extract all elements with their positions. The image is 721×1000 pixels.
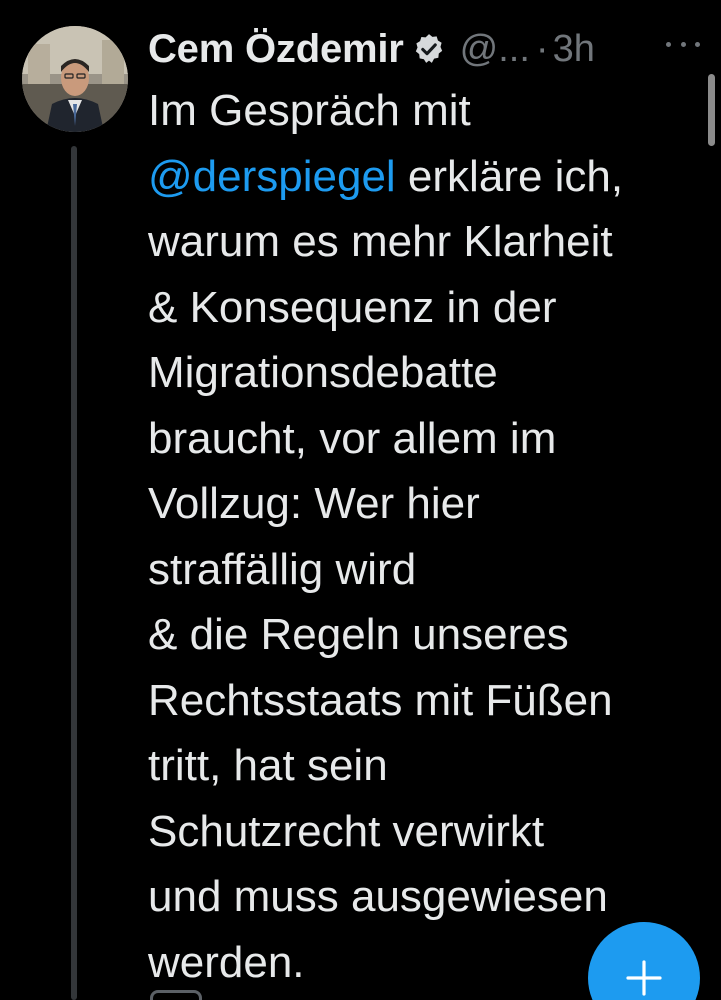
author-avatar[interactable] <box>22 26 128 132</box>
author-name[interactable]: Cem Özdemir <box>148 27 404 72</box>
tweet-text-line: Rechtsstaats mit Füßen <box>148 675 613 725</box>
profile-photo-icon <box>22 26 128 132</box>
media-preview-icon <box>150 990 202 1000</box>
tweet-text-line: tritt, hat sein <box>148 741 388 790</box>
tweet-text-line: braucht, vor allem im <box>148 413 557 463</box>
more-horizontal-icon[interactable] <box>666 34 700 54</box>
tweet-header: Cem Özdemir @... · 3h <box>148 20 595 78</box>
tweet-text-line: & die Regeln unseres <box>148 610 569 659</box>
verified-badge-icon[interactable] <box>412 32 446 66</box>
author-handle[interactable]: @... <box>460 28 530 71</box>
tweet-text-line: & Konsequenz in der <box>148 282 557 332</box>
tweet-text-line: Vollzug: Wer hier <box>148 479 480 528</box>
mention-link[interactable]: @derspiegel <box>148 152 396 201</box>
tweet-text-line: straffällig wird <box>148 544 417 594</box>
tweet-text-line: Schutzrecht verwirkt <box>148 806 545 856</box>
tweet-timestamp[interactable]: 3h <box>553 28 595 71</box>
thread-connector-line <box>71 146 77 1000</box>
tweet-text-line: warum es mehr Klarheit <box>148 217 613 266</box>
tweet-text-line: Im Gespräch mit <box>148 86 471 135</box>
tweet-text-line: @derspiegel erkläre ich, <box>148 144 713 210</box>
separator-dot: · <box>535 27 549 70</box>
tweet-text-line: und muss ausgewiesen <box>148 872 608 921</box>
plus-icon <box>626 960 662 996</box>
tweet-text: Im Gespräch mit @derspiegel erkläre ich,… <box>148 78 713 995</box>
tweet-text-line: Migrationsdebatte <box>148 348 498 397</box>
tweet-text-fragment: erkläre ich, <box>395 151 624 201</box>
